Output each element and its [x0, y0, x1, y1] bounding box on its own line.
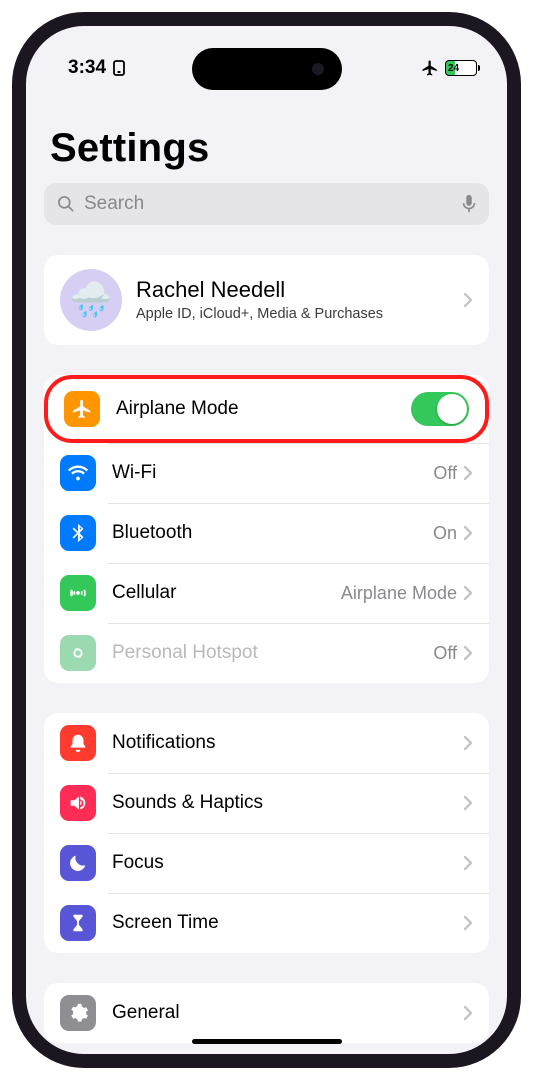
hotspot-value: Off: [433, 643, 457, 664]
row-airplane-mode[interactable]: Airplane Mode: [44, 375, 489, 443]
chevron-right-icon: [463, 525, 473, 541]
row-notifications[interactable]: Notifications: [44, 713, 489, 773]
cellular-value: Airplane Mode: [341, 583, 457, 604]
profile-subtitle: Apple ID, iCloud+, Media & Purchases: [136, 305, 463, 323]
avatar: 🌧️: [60, 269, 122, 331]
general-label: General: [112, 1002, 463, 1024]
chevron-right-icon: [463, 1005, 473, 1021]
search-field[interactable]: [44, 183, 489, 225]
search-input[interactable]: [84, 193, 453, 215]
focus-icon: [60, 845, 96, 881]
chevron-right-icon: [463, 735, 473, 751]
focus-label: Focus: [112, 852, 463, 874]
microphone-icon[interactable]: [461, 194, 477, 214]
chevron-right-icon: [463, 585, 473, 601]
general-icon: [60, 995, 96, 1031]
profile-group: 🌧️ Rachel Needell Apple ID, iCloud+, Med…: [44, 255, 489, 345]
bluetooth-icon: [60, 515, 96, 551]
airplane-label: Airplane Mode: [116, 398, 411, 420]
chevron-right-icon: [463, 465, 473, 481]
wifi-value: Off: [433, 463, 457, 484]
profile-name: Rachel Needell: [136, 277, 463, 303]
chevron-right-icon: [463, 795, 473, 811]
chevron-right-icon: [463, 855, 473, 871]
airplane-toggle[interactable]: [411, 392, 469, 426]
hotspot-icon: [60, 635, 96, 671]
bluetooth-label: Bluetooth: [112, 522, 433, 544]
wifi-icon: [60, 455, 96, 491]
profile-row[interactable]: 🌧️ Rachel Needell Apple ID, iCloud+, Med…: [44, 255, 489, 345]
battery-icon: 24: [445, 60, 477, 76]
row-wifi[interactable]: Wi-Fi Off: [44, 443, 489, 503]
page-title: Settings: [44, 88, 489, 183]
sounds-icon: [60, 785, 96, 821]
bluetooth-value: On: [433, 523, 457, 544]
row-general[interactable]: General: [44, 983, 489, 1043]
dynamic-island: [192, 48, 342, 90]
status-time: 3:34: [68, 57, 106, 79]
phone-frame: 3:34 24 Settings 🌧️: [12, 12, 521, 1068]
system-group: General: [44, 983, 489, 1043]
cellular-icon: [60, 575, 96, 611]
battery-percent: 24: [448, 63, 459, 74]
portrait-lock-icon: [112, 60, 126, 76]
row-cellular[interactable]: Cellular Airplane Mode: [44, 563, 489, 623]
activity-group: Notifications Sounds & Haptics Focus: [44, 713, 489, 953]
row-focus[interactable]: Focus: [44, 833, 489, 893]
screen-time-icon: [60, 905, 96, 941]
hotspot-label: Personal Hotspot: [112, 642, 433, 664]
search-icon: [56, 194, 76, 214]
home-indicator[interactable]: [192, 1039, 342, 1044]
screen: 3:34 24 Settings 🌧️: [26, 26, 507, 1054]
cellular-label: Cellular: [112, 582, 341, 604]
wifi-label: Wi-Fi: [112, 462, 433, 484]
chevron-right-icon: [463, 292, 473, 308]
airplane-mode-icon: [64, 391, 100, 427]
row-personal-hotspot[interactable]: Personal Hotspot Off: [44, 623, 489, 683]
chevron-right-icon: [463, 645, 473, 661]
sounds-label: Sounds & Haptics: [112, 792, 463, 814]
chevron-right-icon: [463, 915, 473, 931]
notifications-icon: [60, 725, 96, 761]
row-screen-time[interactable]: Screen Time: [44, 893, 489, 953]
airplane-icon: [421, 59, 439, 77]
notifications-label: Notifications: [112, 732, 463, 754]
row-sounds-haptics[interactable]: Sounds & Haptics: [44, 773, 489, 833]
row-bluetooth[interactable]: Bluetooth On: [44, 503, 489, 563]
network-group: Airplane Mode Wi-Fi Off Bluetooth: [44, 375, 489, 683]
screen-time-label: Screen Time: [112, 912, 463, 934]
